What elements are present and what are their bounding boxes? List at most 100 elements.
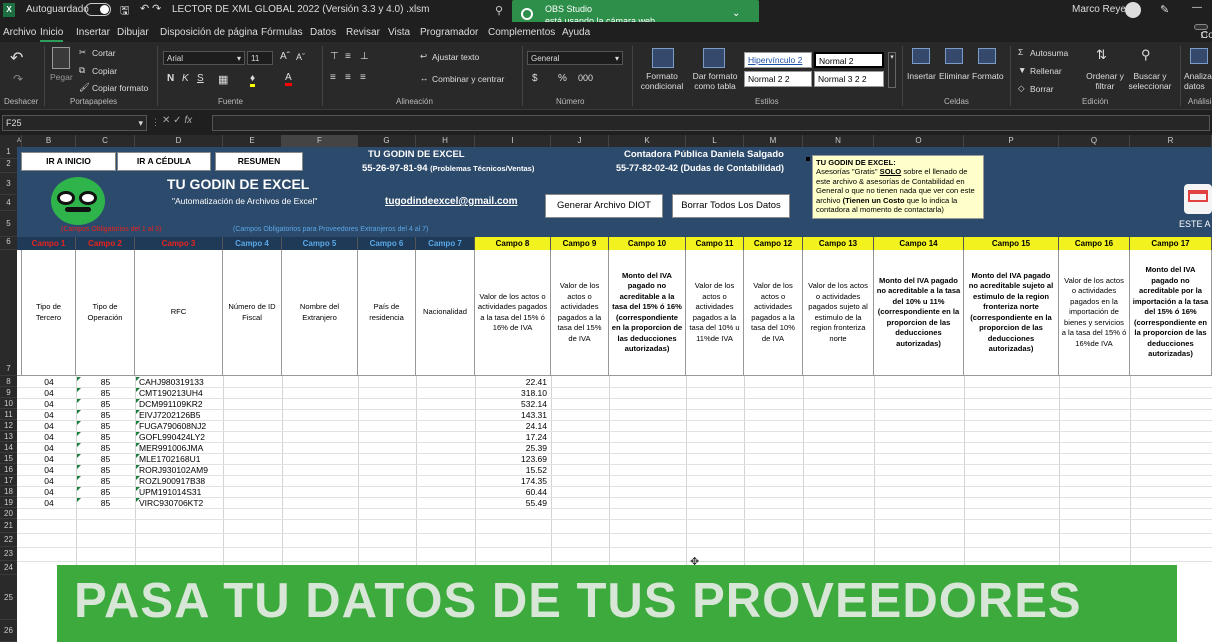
format-table-button[interactable]: Dar formato como tabla — [690, 71, 740, 91]
undo-quick-icon[interactable]: ↶ — [140, 2, 149, 15]
column-header[interactable]: J — [551, 135, 609, 147]
cut-icon[interactable]: ✂ — [79, 47, 86, 58]
tab-revisar[interactable]: Revisar — [346, 27, 380, 38]
align-bottom-icon[interactable]: ⊥ — [360, 51, 369, 62]
sort-filter-icon[interactable]: ⇅ — [1096, 47, 1107, 63]
tipo-operacion-cell[interactable]: 85 — [76, 454, 135, 465]
tab-complementos[interactable]: Complementos — [488, 27, 555, 38]
column-header[interactable]: R — [1130, 135, 1212, 147]
tab-disposicion[interactable]: Disposición de página — [160, 27, 258, 38]
tipo-tercero-cell[interactable]: 04 — [22, 377, 76, 388]
format-cells-icon[interactable] — [978, 48, 996, 64]
row-header[interactable]: 20 — [0, 508, 17, 519]
style-normal-2-2[interactable]: Normal 2 2 — [744, 71, 812, 87]
undo-icon[interactable]: ↶ — [10, 48, 23, 68]
table-row[interactable]: 04 85 MER991006JMA 25.39 — [17, 443, 1212, 454]
valor-campo8-cell[interactable]: 22.41 — [475, 377, 547, 388]
row-header[interactable]: 14 — [0, 442, 17, 453]
column-header[interactable]: D — [135, 135, 223, 147]
tab-inicio[interactable]: Inicio — [40, 27, 64, 42]
align-top-icon[interactable]: ⊤ — [330, 51, 339, 62]
tipo-tercero-cell[interactable]: 04 — [22, 487, 76, 498]
tipo-operacion-cell[interactable]: 85 — [76, 388, 135, 399]
column-header[interactable]: E — [223, 135, 282, 147]
row-header[interactable]: 18 — [0, 486, 17, 497]
rfc-cell[interactable]: ROZL900917B38 — [139, 476, 223, 487]
table-row[interactable]: 04 85 FUGA790608NJ2 24.14 — [17, 421, 1212, 432]
format-painter-icon[interactable]: 🖌 — [79, 82, 90, 93]
style-hyperlink[interactable]: Hipervínculo 2 — [744, 52, 812, 68]
fx-icon[interactable]: fx — [184, 115, 192, 126]
align-right-icon[interactable]: ≡ — [360, 72, 366, 83]
tipo-operacion-cell[interactable]: 85 — [76, 443, 135, 454]
conditional-format-icon[interactable] — [652, 48, 674, 68]
increase-font-icon[interactable]: Aˆ — [280, 51, 290, 62]
row-header[interactable]: 22 — [0, 533, 17, 547]
tipo-tercero-cell[interactable]: 04 — [22, 388, 76, 399]
column-header[interactable]: F — [282, 135, 358, 147]
merge-center-button[interactable]: Combinar y centrar — [432, 74, 504, 84]
style-normal-3-2-2[interactable]: Normal 3 2 2 — [814, 71, 884, 87]
column-header[interactable]: B — [22, 135, 76, 147]
clear-button[interactable]: Borrar — [1030, 84, 1054, 94]
table-row[interactable]: 04 85 MLE1702168U1 123.69 — [17, 454, 1212, 465]
column-header[interactable]: O — [874, 135, 964, 147]
row-header[interactable]: 21 — [0, 519, 17, 533]
tipo-operacion-cell[interactable]: 85 — [76, 476, 135, 487]
autosave-toggle[interactable] — [85, 3, 111, 16]
row-header[interactable]: 13 — [0, 431, 17, 442]
tipo-tercero-cell[interactable]: 04 — [22, 443, 76, 454]
paste-label[interactable]: Pegar — [50, 72, 73, 82]
rfc-cell[interactable]: FUGA790608NJ2 — [139, 421, 223, 432]
tab-datos[interactable]: Datos — [310, 27, 336, 38]
valor-campo8-cell[interactable]: 143.31 — [475, 410, 547, 421]
row-header[interactable]: 24 — [0, 561, 17, 575]
valor-campo8-cell[interactable]: 532.14 — [475, 399, 547, 410]
formula-input[interactable] — [212, 115, 1210, 131]
rfc-cell[interactable]: DCM991109KR2 — [139, 399, 223, 410]
fill-button[interactable]: Rellenar — [1030, 66, 1062, 76]
row-header[interactable]: 5 — [0, 211, 17, 237]
column-header[interactable]: N — [803, 135, 874, 147]
tipo-tercero-cell[interactable]: 04 — [22, 498, 76, 509]
tab-vista[interactable]: Vista — [388, 27, 410, 38]
insert-cells-button[interactable]: Insertar — [907, 71, 936, 81]
underline-icon[interactable]: S — [197, 73, 204, 84]
align-left-icon[interactable]: ≡ — [330, 72, 336, 83]
row-header[interactable]: 9 — [0, 387, 17, 398]
tipo-operacion-cell[interactable]: 85 — [76, 432, 135, 443]
row-header[interactable]: 2 — [0, 159, 17, 173]
cut-button[interactable]: Cortar — [92, 48, 116, 58]
column-header[interactable]: M — [744, 135, 803, 147]
font-size-select[interactable]: 11 — [247, 51, 273, 65]
table-row[interactable]: 04 85 VIRC930706KT2 55.49 — [17, 498, 1212, 509]
name-box[interactable]: F25 ▾ — [2, 115, 147, 131]
tipo-operacion-cell[interactable]: 85 — [76, 487, 135, 498]
insert-cells-icon[interactable] — [912, 48, 930, 64]
row-header[interactable]: 7 — [0, 250, 17, 376]
rfc-cell[interactable]: MLE1702168U1 — [139, 454, 223, 465]
column-header[interactable]: P — [964, 135, 1059, 147]
tab-archivo[interactable]: Archivo — [3, 27, 36, 38]
comments-button[interactable]: □ Comentarios — [1194, 24, 1212, 41]
clear-all-button[interactable]: Borrar Todos Los Datos — [672, 194, 790, 218]
find-select-icon[interactable]: ⚲ — [1141, 47, 1151, 63]
wrap-icon[interactable]: ↩ — [420, 51, 427, 62]
rfc-cell[interactable]: EIVJ7202126B5 — [139, 410, 223, 421]
row-header[interactable]: 11 — [0, 409, 17, 420]
valor-campo8-cell[interactable]: 174.35 — [475, 476, 547, 487]
rfc-cell[interactable]: RORJ930102AM9 — [139, 465, 223, 476]
valor-campo8-cell[interactable]: 55.49 — [475, 498, 547, 509]
avatar[interactable] — [1125, 2, 1141, 18]
row-header[interactable]: 26 — [0, 620, 17, 642]
go-home-button[interactable]: IR A INICIO — [21, 152, 116, 171]
currency-icon[interactable]: $ — [532, 73, 538, 84]
paste-icon[interactable] — [52, 47, 70, 69]
font-name-select[interactable]: Arial ▾ — [163, 51, 245, 65]
tipo-tercero-cell[interactable]: 04 — [22, 410, 76, 421]
tipo-operacion-cell[interactable]: 85 — [76, 465, 135, 476]
row-header[interactable]: 19 — [0, 497, 17, 508]
column-header[interactable]: G — [358, 135, 416, 147]
clear-icon[interactable]: ◇ — [1018, 83, 1025, 94]
fill-color-icon[interactable]: ♦ — [250, 73, 256, 87]
